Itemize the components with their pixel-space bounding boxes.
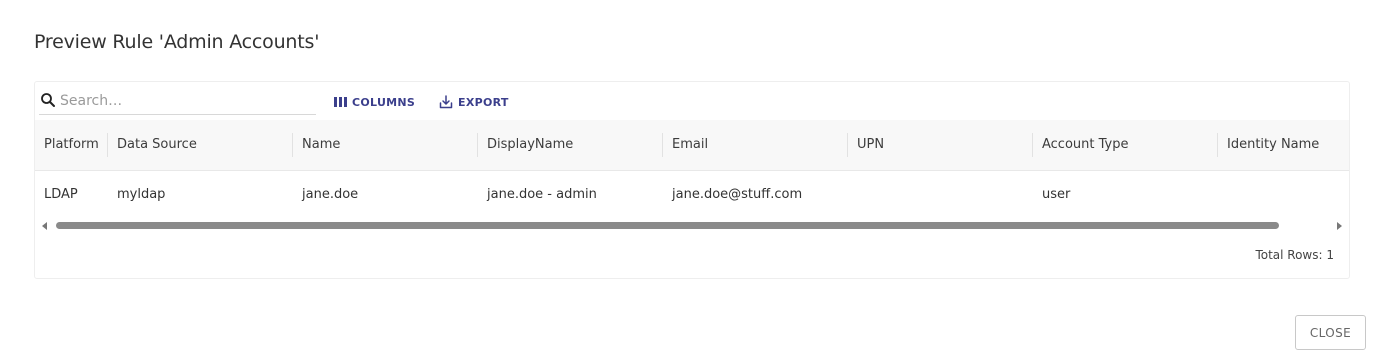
column-header-name[interactable]: Name	[302, 120, 340, 170]
dialog-title: Preview Rule 'Admin Accounts'	[34, 31, 320, 53]
scrollbar-thumb[interactable]	[56, 222, 1279, 229]
cell-display-name: jane.doe - admin	[487, 187, 597, 202]
scroll-right-icon[interactable]	[1337, 222, 1342, 230]
column-header-identity-name[interactable]: Identity Name	[1227, 120, 1319, 170]
data-grid: COLUMNS EXPORT Platform Data Source Name…	[34, 81, 1350, 279]
cell-name: jane.doe	[302, 187, 359, 202]
column-header-display-name[interactable]: DisplayName	[487, 120, 573, 170]
column-header-upn[interactable]: UPN	[857, 120, 884, 170]
table-header-row: Platform Data Source Name DisplayName Em…	[35, 120, 1349, 171]
horizontal-scrollbar[interactable]	[35, 219, 1349, 233]
column-separator[interactable]	[107, 133, 108, 157]
column-separator[interactable]	[292, 133, 293, 157]
search-input[interactable]	[60, 90, 310, 112]
cell-data-source: myldap	[117, 187, 166, 202]
columns-icon	[334, 97, 347, 107]
grid-toolbar: COLUMNS EXPORT	[35, 82, 1349, 120]
cell-email: jane.doe@stuff.com	[672, 187, 803, 202]
cell-account-type: user	[1042, 187, 1071, 202]
scrollbar-track[interactable]	[53, 221, 1331, 231]
column-separator[interactable]	[847, 133, 848, 157]
column-separator[interactable]	[1032, 133, 1033, 157]
search-box	[39, 90, 316, 115]
scroll-left-icon[interactable]	[42, 222, 47, 230]
column-header-account-type[interactable]: Account Type	[1042, 120, 1128, 170]
total-rows-label: Total Rows: 1	[1255, 248, 1334, 262]
export-button[interactable]: EXPORT	[439, 93, 509, 111]
export-label: EXPORT	[458, 95, 509, 109]
column-separator[interactable]	[477, 133, 478, 157]
search-icon	[41, 93, 55, 107]
column-separator[interactable]	[662, 133, 663, 157]
cell-platform: LDAP	[44, 187, 78, 202]
table-row[interactable]: LDAP myldap jane.doe jane.doe - admin ja…	[35, 171, 1349, 219]
column-separator[interactable]	[1217, 133, 1218, 157]
column-header-email[interactable]: Email	[672, 120, 708, 170]
columns-label: COLUMNS	[352, 95, 416, 109]
columns-button[interactable]: COLUMNS	[334, 93, 415, 111]
export-icon	[439, 95, 453, 109]
column-header-data-source[interactable]: Data Source	[117, 120, 197, 170]
close-button[interactable]: CLOSE	[1295, 315, 1366, 350]
column-header-platform[interactable]: Platform	[44, 120, 99, 170]
